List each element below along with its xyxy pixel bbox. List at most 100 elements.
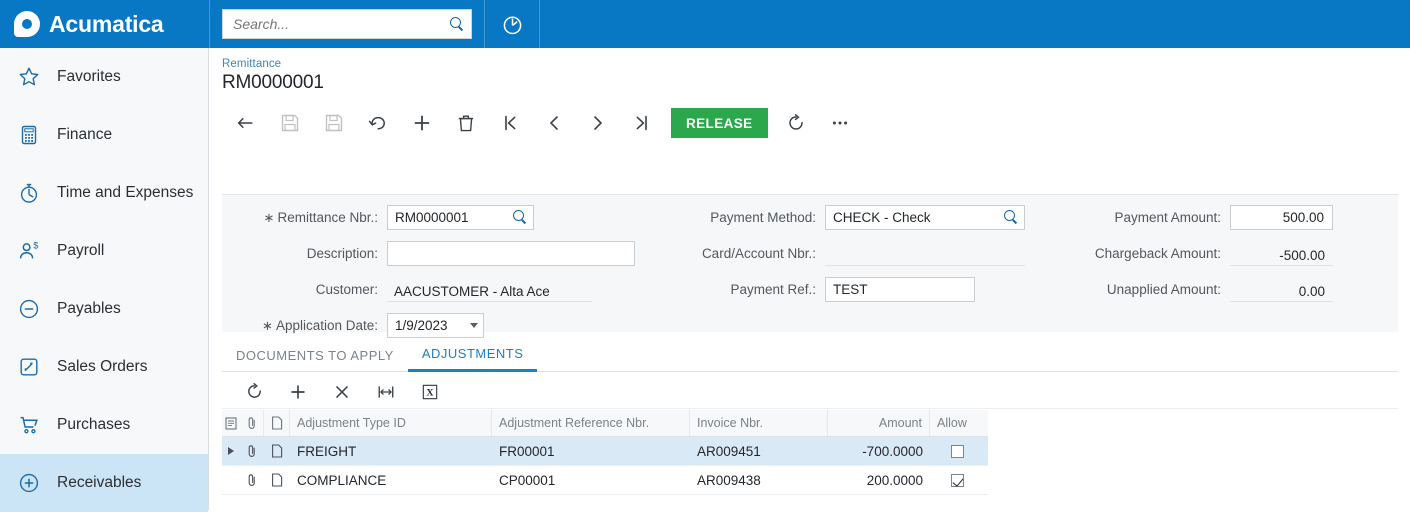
remittance-nbr-input[interactable]: RM0000001 [387,205,534,230]
release-button[interactable]: RELEASE [671,108,768,138]
search-icon[interactable] [1004,210,1019,225]
search-input[interactable] [233,16,450,32]
grid-add-row-button[interactable] [276,377,320,407]
chevron-down-icon[interactable] [470,323,478,328]
grid-export-excel-button[interactable]: X [408,377,452,407]
sidebar-item-favorites[interactable]: Favorites [0,48,208,106]
file-icon[interactable] [264,410,290,436]
grid-refresh-button[interactable] [232,377,276,407]
previous-record-button[interactable] [532,103,576,143]
field-control[interactable] [825,241,1025,266]
acumatica-droplet-logo-icon [14,11,40,37]
row-notes-button[interactable] [264,466,290,494]
header-divider-3 [539,0,540,48]
table-row[interactable]: COMPLIANCE CP00001 AR009438 200.0000 [222,466,988,495]
tab-documents-to-apply[interactable]: DOCUMENTS TO APPLY [222,338,408,372]
sidebar-item-payroll[interactable]: $ Payroll [0,222,208,280]
grid-column-header-amount[interactable]: Amount [828,410,930,436]
allow-checkbox[interactable] [951,473,964,487]
row-selected-indicator [222,437,240,465]
cell-adjustment-type-id[interactable]: FREIGHT [290,437,492,465]
ellipsis-icon[interactable] [818,103,862,143]
field-control[interactable]: 0.00 [1230,277,1333,302]
next-record-button[interactable] [576,103,620,143]
payment-method-input[interactable]: CHECK - Check [825,205,1025,230]
field-control[interactable]: RM0000001 [387,205,534,230]
table-row[interactable]: FREIGHT FR00001 AR009451 -700.0000 [222,437,988,466]
application-date-input[interactable]: 1/9/2023 [387,313,484,338]
grid-column-header-allow[interactable]: Allow [930,410,985,436]
payment-amount-input[interactable]: 500.00 [1230,205,1333,230]
search-icon[interactable] [450,16,465,32]
cell-allow-checkbox[interactable] [930,466,985,494]
field-value: -500.00 [1279,248,1325,263]
field-payment-method: Payment Method: CHECK - Check [685,204,1055,231]
grid-column-header-invoice-nbr[interactable]: Invoice Nbr. [690,410,828,436]
field-control[interactable]: 1/9/2023 [387,313,484,338]
last-record-button[interactable] [620,103,664,143]
sidebar-item-label: Payroll [57,242,105,259]
field-label: Customer: [315,282,378,297]
delete-record-button[interactable] [444,103,488,143]
row-attachment-button[interactable] [240,466,264,494]
notes-icon[interactable] [222,410,240,436]
field-control[interactable]: TEST [825,277,975,302]
field-control[interactable]: -500.00 [1230,241,1333,266]
cell-invoice-nbr[interactable]: AR009438 [690,466,828,494]
back-button[interactable] [224,103,268,143]
cell-amount[interactable]: 200.0000 [828,466,930,494]
star-icon [14,62,44,92]
cell-adjustment-reference-nbr[interactable]: FR00001 [492,437,690,465]
undo-button[interactable] [356,103,400,143]
add-new-record-button[interactable] [400,103,444,143]
row-notes-button[interactable] [264,437,290,465]
save-button[interactable] [268,103,312,143]
field-control[interactable] [387,241,635,266]
person-dollar-icon: $ [14,236,44,266]
cell-adjustment-type-id[interactable]: COMPLIANCE [290,466,492,494]
cell-amount[interactable]: -700.0000 [828,437,930,465]
sidebar-item-payables[interactable]: Payables [0,280,208,338]
timer-icon[interactable] [485,0,539,48]
card-account-nbr-value[interactable] [825,241,1025,266]
cell-allow-checkbox[interactable] [930,437,985,465]
field-label: Description: [306,246,378,261]
customer-readonly-value[interactable]: AACUSTOMER - Alta Ace [387,277,592,302]
description-input[interactable] [387,241,635,266]
grid-column-header-adjustment-type-id[interactable]: Adjustment Type ID [290,410,492,436]
first-record-button[interactable] [488,103,532,143]
field-control[interactable]: CHECK - Check [825,205,1025,230]
global-search-box[interactable] [222,9,472,39]
tab-adjustments[interactable]: ADJUSTMENTS [407,338,538,372]
search-icon[interactable] [513,210,528,225]
paperclip-icon[interactable] [240,410,264,436]
breadcrumb[interactable]: Remittance [210,48,1410,70]
payment-ref-input[interactable]: TEST [825,277,975,302]
sidebar-item-finance[interactable]: Finance [0,106,208,164]
chargeback-amount-value[interactable]: -500.00 [1230,241,1333,266]
allow-checkbox[interactable] [951,444,964,458]
cell-adjustment-reference-nbr[interactable]: CP00001 [492,466,690,494]
pencil-square-icon [14,352,44,382]
field-value: 1/9/2023 [395,318,448,333]
field-label: Application Date: [222,318,387,334]
sidebar-item-purchases[interactable]: Purchases [0,396,208,454]
sidebar-item-time-and-expenses[interactable]: Time and Expenses [0,164,208,222]
field-customer: Customer: AACUSTOMER - Alta Ace [222,276,652,303]
field-value: 500.00 [1282,210,1324,225]
grid-delete-row-button[interactable] [320,377,364,407]
field-card-account-nbr: Card/Account Nbr.: [685,240,1055,267]
field-control[interactable]: AACUSTOMER - Alta Ace [387,277,592,302]
sidebar-item-receivables[interactable]: Receivables [0,454,208,512]
unapplied-amount-value[interactable]: 0.00 [1230,277,1333,302]
refresh-icon[interactable] [774,103,818,143]
row-attachment-button[interactable] [240,437,264,465]
field-control[interactable]: 500.00 [1230,205,1333,230]
grid-column-header-adjustment-reference-nbr[interactable]: Adjustment Reference Nbr. [492,410,690,436]
grid-fit-columns-button[interactable] [364,377,408,407]
save-and-close-button[interactable] [312,103,356,143]
sidebar-item-sales-orders[interactable]: Sales Orders [0,338,208,396]
document-summary-panel: Remittance Nbr.: RM0000001 Description: [222,194,1398,338]
brand-home-link[interactable]: Acumatica [0,0,209,48]
cell-invoice-nbr[interactable]: AR009451 [690,437,828,465]
